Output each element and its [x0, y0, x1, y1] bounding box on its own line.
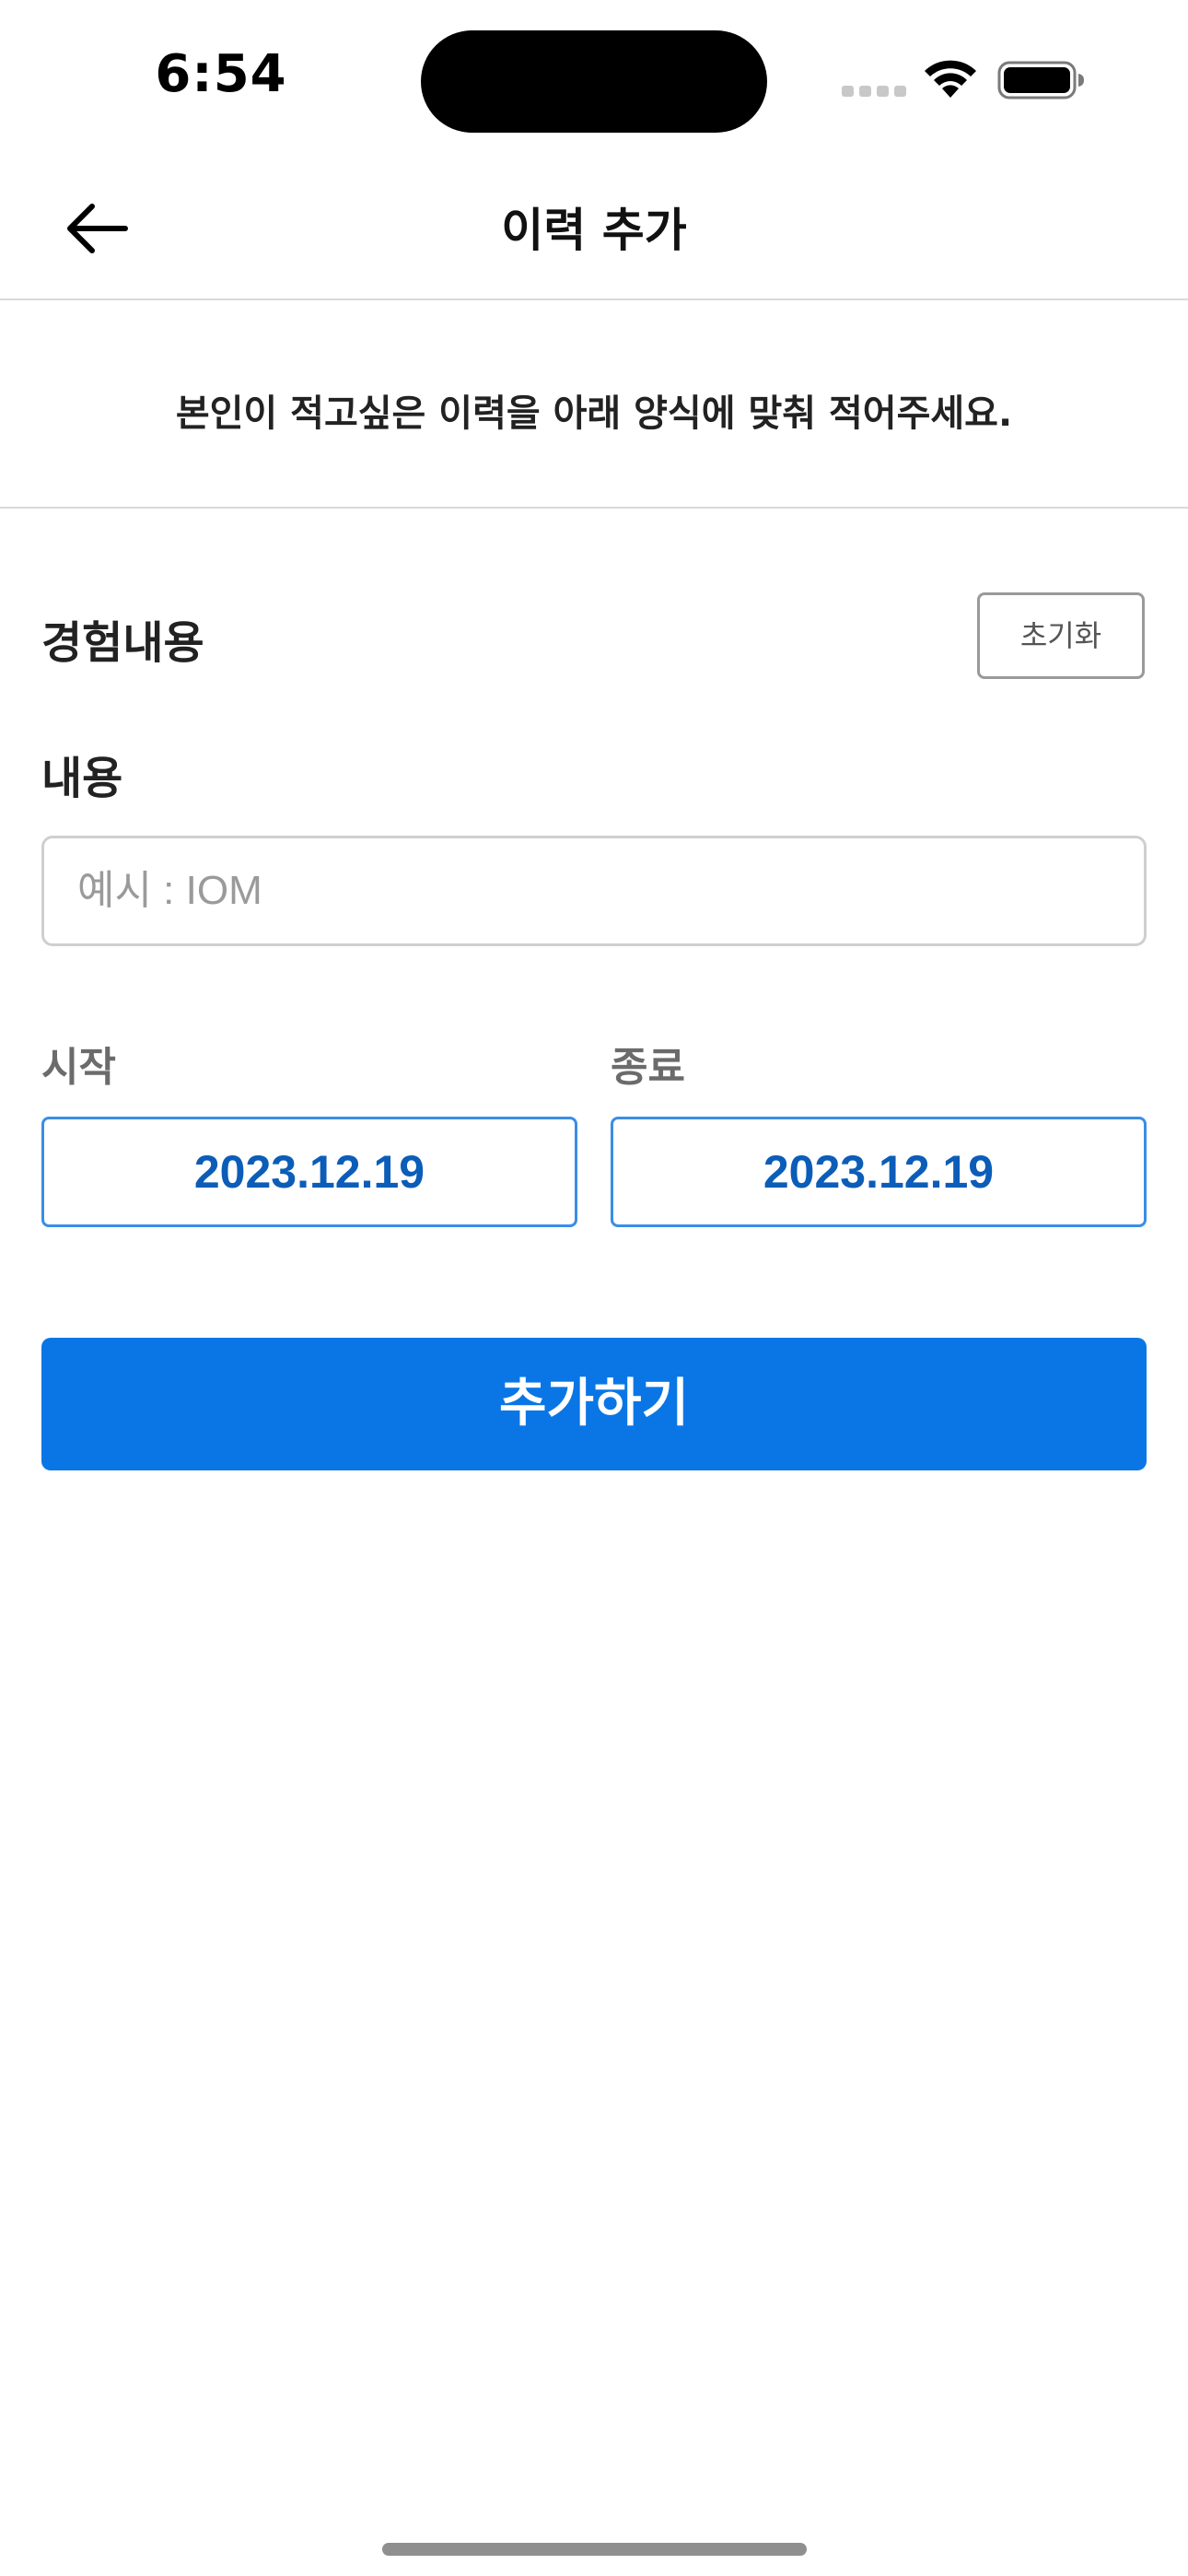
wifi-icon [925, 60, 976, 98]
dynamic-island [421, 30, 767, 133]
status-time: 6:54 [155, 44, 287, 104]
nav-bar: 이력 추가 [0, 157, 1188, 300]
instruction-banner: 본인이 적고싶은 이력을 아래 양식에 맞춰 적어주세요. [0, 300, 1188, 509]
status-bar: 6:54 [0, 0, 1188, 157]
cellular-signal-icon [842, 86, 906, 97]
add-button[interactable]: 추가하기 [41, 1338, 1147, 1470]
start-date-picker[interactable]: 2023.12.19 [41, 1117, 577, 1227]
section-title: 경험내용 [41, 617, 204, 669]
home-indicator [382, 2543, 807, 2556]
start-date-label: 시작 [41, 1044, 116, 1091]
content-label: 내용 [41, 753, 123, 804]
content-input[interactable] [41, 836, 1147, 946]
end-date-label: 종료 [611, 1044, 685, 1091]
reset-button[interactable]: 초기화 [977, 592, 1145, 679]
page-title: 이력 추가 [501, 204, 687, 257]
end-date-picker[interactable]: 2023.12.19 [611, 1117, 1147, 1227]
instruction-text: 본인이 적고싶은 이력을 아래 양식에 맞춰 적어주세요. [175, 392, 1013, 435]
battery-icon [997, 61, 1084, 100]
